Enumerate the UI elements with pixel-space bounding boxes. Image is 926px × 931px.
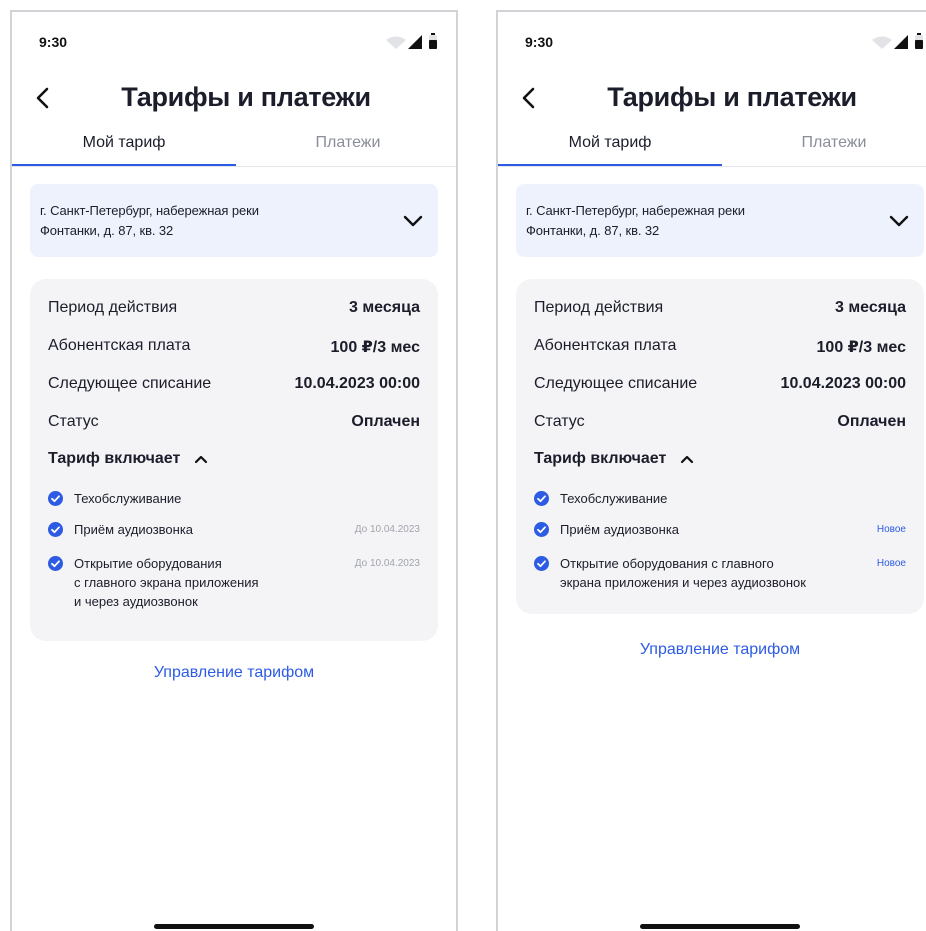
feature-new-badge: Новое xyxy=(876,524,906,535)
feature-text-line: и через аудиозвонок xyxy=(74,594,198,609)
battery-icon xyxy=(915,33,923,49)
feature-note: До 10.04.2023 xyxy=(354,524,420,535)
row-period: Период действия 3 месяца xyxy=(48,299,420,325)
address-text: г. Санкт-Петербург, набережная реки Фонт… xyxy=(40,201,380,241)
row-period: Период действия 3 месяца xyxy=(534,299,906,325)
feature-text-line: с главного экрана приложения xyxy=(74,575,259,590)
tab-bar: Мой тариф Платежи xyxy=(12,130,456,167)
feature-text: Техобслуживание xyxy=(560,491,668,506)
chevron-down-icon[interactable] xyxy=(402,210,424,232)
system-status-icons xyxy=(386,33,437,49)
feature-text: Техобслуживание xyxy=(74,491,182,506)
page-header: Тарифы и платежи xyxy=(498,74,926,124)
row-status: Статус Оплачен xyxy=(534,413,906,439)
tab-payments[interactable]: Платежи xyxy=(722,134,926,166)
tariff-card: Период действия 3 месяца Абонентская пла… xyxy=(30,279,438,641)
row-label: Следующее списание xyxy=(534,375,698,392)
row-next-charge: Следующее списание 10.04.2023 00:00 xyxy=(534,375,906,401)
wifi-icon xyxy=(872,36,892,49)
feature-text: Открытие оборудования с главного экрана … xyxy=(74,554,259,611)
feature-text-line: Открытие оборудования с главного xyxy=(560,556,774,571)
row-value: 100 ₽/3 мес xyxy=(816,339,906,356)
address-line-2: Фонтанки, д. 87, кв. 32 xyxy=(526,223,660,238)
tariff-card: Период действия 3 месяца Абонентская пла… xyxy=(516,279,924,614)
battery-icon xyxy=(429,33,437,49)
feature-new-badge: Новое xyxy=(876,558,906,569)
check-circle-icon xyxy=(48,522,63,537)
check-circle-icon xyxy=(534,556,549,571)
address-line-2: Фонтанки, д. 87, кв. 32 xyxy=(40,223,174,238)
feature-note: До 10.04.2023 xyxy=(354,558,420,569)
signal-icon xyxy=(894,35,908,49)
system-status-icons xyxy=(872,33,923,49)
page-header: Тарифы и платежи xyxy=(12,74,456,124)
row-status: Статус Оплачен xyxy=(48,413,420,439)
wifi-icon xyxy=(386,36,406,49)
row-value: Оплачен xyxy=(837,413,906,430)
row-value: Оплачен xyxy=(351,413,420,430)
address-line-1: г. Санкт-Петербург, набережная реки xyxy=(40,203,259,218)
signal-icon xyxy=(408,35,422,49)
home-indicator[interactable] xyxy=(640,924,800,929)
phone-screen-right: 9:30 Тарифы и платежи Мой тариф Платежи … xyxy=(496,10,926,931)
address-text: г. Санкт-Петербург, набережная реки Фонт… xyxy=(526,201,866,241)
includes-title: Тариф включает xyxy=(534,450,667,467)
address-line-1: г. Санкт-Петербург, набережная реки xyxy=(526,203,745,218)
chevron-up-icon xyxy=(680,455,693,463)
row-value: 10.04.2023 00:00 xyxy=(780,375,906,392)
row-label: Период действия xyxy=(534,299,664,316)
tab-bar: Мой тариф Платежи xyxy=(498,130,926,167)
row-label: Статус xyxy=(48,413,99,430)
page-title: Тарифы и платежи xyxy=(607,82,857,112)
manage-tariff-link[interactable]: Управление тарифом xyxy=(12,664,456,682)
phone-screen-left: 9:30 Тарифы и платежи Мой тариф Платежи … xyxy=(10,10,458,931)
tab-payments[interactable]: Платежи xyxy=(236,134,456,166)
check-circle-icon xyxy=(48,556,63,571)
tab-my-tariff[interactable]: Мой тариф xyxy=(12,134,236,166)
row-fee: Абонентская плата 100 ₽/3 мес xyxy=(48,337,420,363)
home-indicator[interactable] xyxy=(154,924,314,929)
page-title: Тарифы и платежи xyxy=(121,82,371,112)
row-label: Период действия xyxy=(48,299,178,316)
address-selector[interactable]: г. Санкт-Петербург, набережная реки Фонт… xyxy=(516,184,924,257)
row-label: Абонентская плата xyxy=(48,337,191,354)
feature-text: Приём аудиозвонка xyxy=(74,522,194,537)
feature-text: Приём аудиозвонка xyxy=(560,522,680,537)
includes-title: Тариф включает xyxy=(48,450,181,467)
tab-my-tariff[interactable]: Мой тариф xyxy=(498,134,722,166)
chevron-up-icon xyxy=(194,455,207,463)
row-label: Статус xyxy=(534,413,585,430)
check-circle-icon xyxy=(48,491,63,506)
chevron-down-icon[interactable] xyxy=(888,210,910,232)
includes-toggle[interactable]: Тариф включает xyxy=(534,450,695,468)
includes-toggle[interactable]: Тариф включает xyxy=(48,450,209,468)
row-value: 100 ₽/3 мес xyxy=(330,339,420,356)
row-value: 10.04.2023 00:00 xyxy=(294,375,420,392)
row-value: 3 месяца xyxy=(834,299,906,316)
row-label: Следующее списание xyxy=(48,375,212,392)
feature-text: Открытие оборудования с главного экрана … xyxy=(560,554,806,592)
status-time: 9:30 xyxy=(39,34,68,50)
status-bar: 9:30 xyxy=(498,12,926,62)
row-value: 3 месяца xyxy=(348,299,420,316)
row-fee: Абонентская плата 100 ₽/3 мес xyxy=(534,337,906,363)
row-next-charge: Следующее списание 10.04.2023 00:00 xyxy=(48,375,420,401)
check-circle-icon xyxy=(534,491,549,506)
status-bar: 9:30 xyxy=(12,12,456,62)
status-time: 9:30 xyxy=(525,34,554,50)
row-label: Абонентская плата xyxy=(534,337,677,354)
address-selector[interactable]: г. Санкт-Петербург, набережная реки Фонт… xyxy=(30,184,438,257)
feature-text-line: Открытие оборудования xyxy=(74,556,222,571)
feature-text-line: экрана приложения и через аудиозвонок xyxy=(560,575,806,590)
check-circle-icon xyxy=(534,522,549,537)
manage-tariff-link[interactable]: Управление тарифом xyxy=(498,641,926,659)
